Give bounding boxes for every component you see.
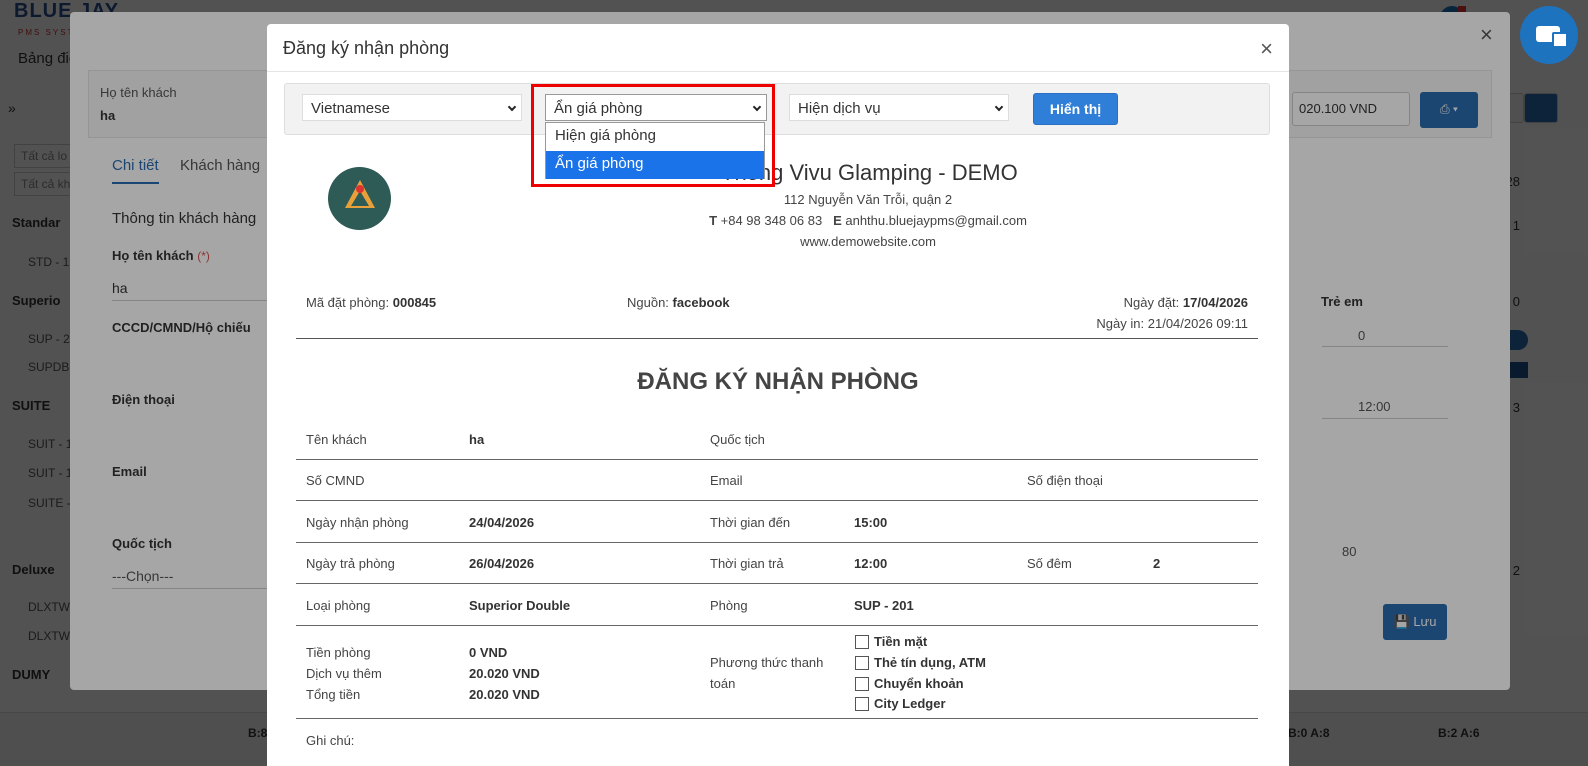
extra-services-value: 20.020 VND	[469, 666, 540, 681]
room-label: Phòng	[710, 598, 748, 613]
divider	[296, 718, 1258, 719]
document-title: ĐĂNG KÝ NHẬN PHÒNG	[637, 368, 919, 395]
service-visibility-select[interactable]: Hiện dịch vụ	[789, 94, 1009, 121]
modal-header: Đăng ký nhận phòng ×	[267, 24, 1289, 72]
payment-method-label: toán	[710, 676, 736, 691]
arrival-time-label: Thời gian đến	[710, 515, 791, 530]
payment-option: Tiền mặt	[874, 634, 928, 649]
checkbox-card[interactable]	[855, 656, 869, 670]
guest-name-value: ha	[469, 432, 485, 447]
print-date: Ngày in: 21/04/2026 09:11	[1096, 316, 1248, 331]
room-price-label: Tiền phòng	[306, 645, 371, 660]
guest-name-label: Tên khách	[306, 432, 367, 447]
extra-services-label: Dịch vụ thêm	[306, 666, 382, 681]
checkin-registration-modal: Đăng ký nhận phòng × Vietnamese Ẩn giá p…	[267, 24, 1289, 766]
nationality-label: Quốc tịch	[710, 432, 765, 447]
hotel-website: www.demowebsite.com	[800, 234, 936, 249]
divider	[296, 625, 1258, 626]
payment-option: Chuyển khoản	[874, 676, 964, 691]
show-button[interactable]: Hiển thị	[1033, 93, 1118, 125]
chat-widget-icon[interactable]	[1520, 6, 1578, 64]
hotel-contact: T +84 98 348 06 83 E anhthu.bluejaypms@g…	[709, 213, 1027, 228]
option-hide-price[interactable]: Ẩn giá phòng	[546, 151, 764, 179]
divider	[296, 459, 1258, 460]
arrival-time-value: 15:00	[854, 515, 888, 530]
hotel-address: 112 Nguyễn Văn Trỗi, quận 2	[783, 192, 953, 207]
nights-value: 2	[1153, 556, 1161, 571]
payment-method-label: Phương thức thanh	[710, 655, 824, 670]
divider	[296, 338, 1258, 339]
checkout-date-value: 26/04/2026	[469, 556, 535, 571]
divider	[296, 583, 1258, 584]
room-value: SUP - 201	[854, 598, 914, 613]
option-show-price[interactable]: Hiện giá phòng	[546, 123, 764, 151]
divider	[296, 500, 1258, 501]
checkin-date-value: 24/04/2026	[469, 515, 535, 530]
order-date: Ngày đặt: 17/04/2026	[1123, 295, 1248, 310]
total-label: Tổng tiền	[306, 687, 361, 702]
total-value: 20.020 VND	[469, 687, 540, 702]
divider	[296, 542, 1258, 543]
room-type-value: Superior Double	[469, 598, 571, 613]
print-options-toolbar: Vietnamese Ẩn giá phòng Hiện dịch vụ Hiể…	[284, 83, 1270, 135]
booking-code: Mã đặt phòng: 000845	[306, 295, 437, 310]
modal-title: Đăng ký nhận phòng	[283, 38, 450, 58]
email-label: Email	[710, 473, 743, 488]
note-label: Ghi chú:	[306, 733, 355, 748]
payment-option: Thẻ tín dụng, ATM	[874, 655, 986, 670]
chevron-down-icon	[507, 102, 517, 112]
nights-label: Số đêm	[1027, 556, 1072, 571]
hotel-phone: +84 98 348 06 83	[720, 213, 823, 228]
checkbox-cash[interactable]	[855, 635, 869, 649]
chevron-down-icon	[994, 102, 1004, 112]
depart-time-value: 12:00	[854, 556, 888, 571]
checkbox-transfer[interactable]	[855, 677, 869, 691]
id-number-label: Số CMND	[306, 473, 365, 488]
phone-label: Số điện thoại	[1027, 473, 1103, 488]
checkbox-city-ledger[interactable]	[855, 697, 869, 711]
checkout-date-label: Ngày trả phòng	[306, 556, 395, 571]
language-select[interactable]: Vietnamese	[302, 94, 522, 121]
booking-source: Nguồn: facebook	[627, 295, 730, 310]
checkin-date-label: Ngày nhận phòng	[306, 515, 409, 530]
room-price-value: 0 VND	[469, 645, 508, 660]
price-visibility-dropdown: Hiện giá phòng Ẩn giá phòng	[545, 122, 765, 179]
hotel-email: anhthu.bluejaypms@gmail.com	[845, 213, 1027, 228]
room-type-label: Loại phòng	[306, 598, 371, 613]
close-icon[interactable]: ×	[1260, 36, 1273, 62]
payment-option: City Ledger	[874, 696, 946, 711]
depart-time-label: Thời gian trả	[710, 556, 784, 571]
